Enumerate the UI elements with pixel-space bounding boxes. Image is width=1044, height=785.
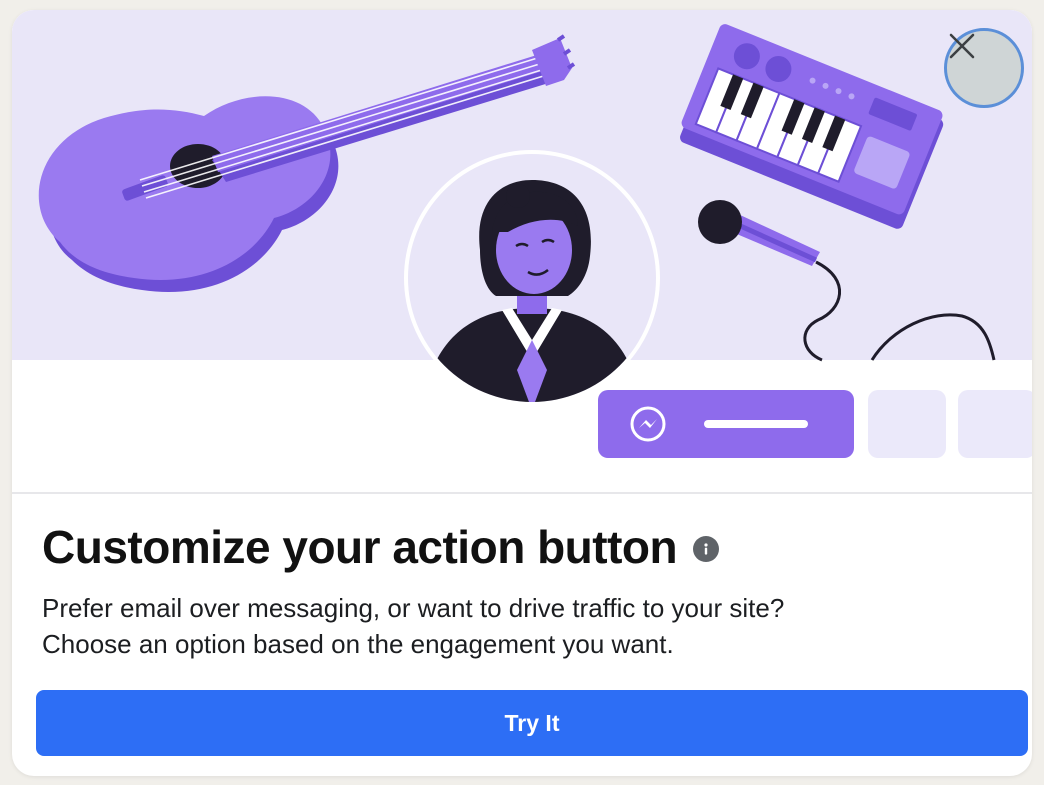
avatar-illustration xyxy=(404,150,660,406)
info-icon[interactable] xyxy=(693,536,720,562)
dialog-title: Customize your action button xyxy=(42,521,678,573)
section-divider xyxy=(12,492,1032,494)
title-row: Customize your action button xyxy=(42,520,720,574)
dialog-description: Prefer email over messaging, or want to … xyxy=(42,590,1002,662)
illustration-header xyxy=(12,10,1032,492)
try-it-button[interactable]: Try It xyxy=(36,690,1028,756)
description-line-2: Choose an option based on the engagement… xyxy=(42,629,674,659)
action-button-dialog: Customize your action button Prefer emai… xyxy=(12,10,1032,776)
action-button-preview xyxy=(598,390,1032,458)
description-line-1: Prefer email over messaging, or want to … xyxy=(42,593,785,623)
music-illustration xyxy=(12,10,1032,458)
close-icon xyxy=(949,33,975,59)
close-button[interactable] xyxy=(944,28,1024,108)
